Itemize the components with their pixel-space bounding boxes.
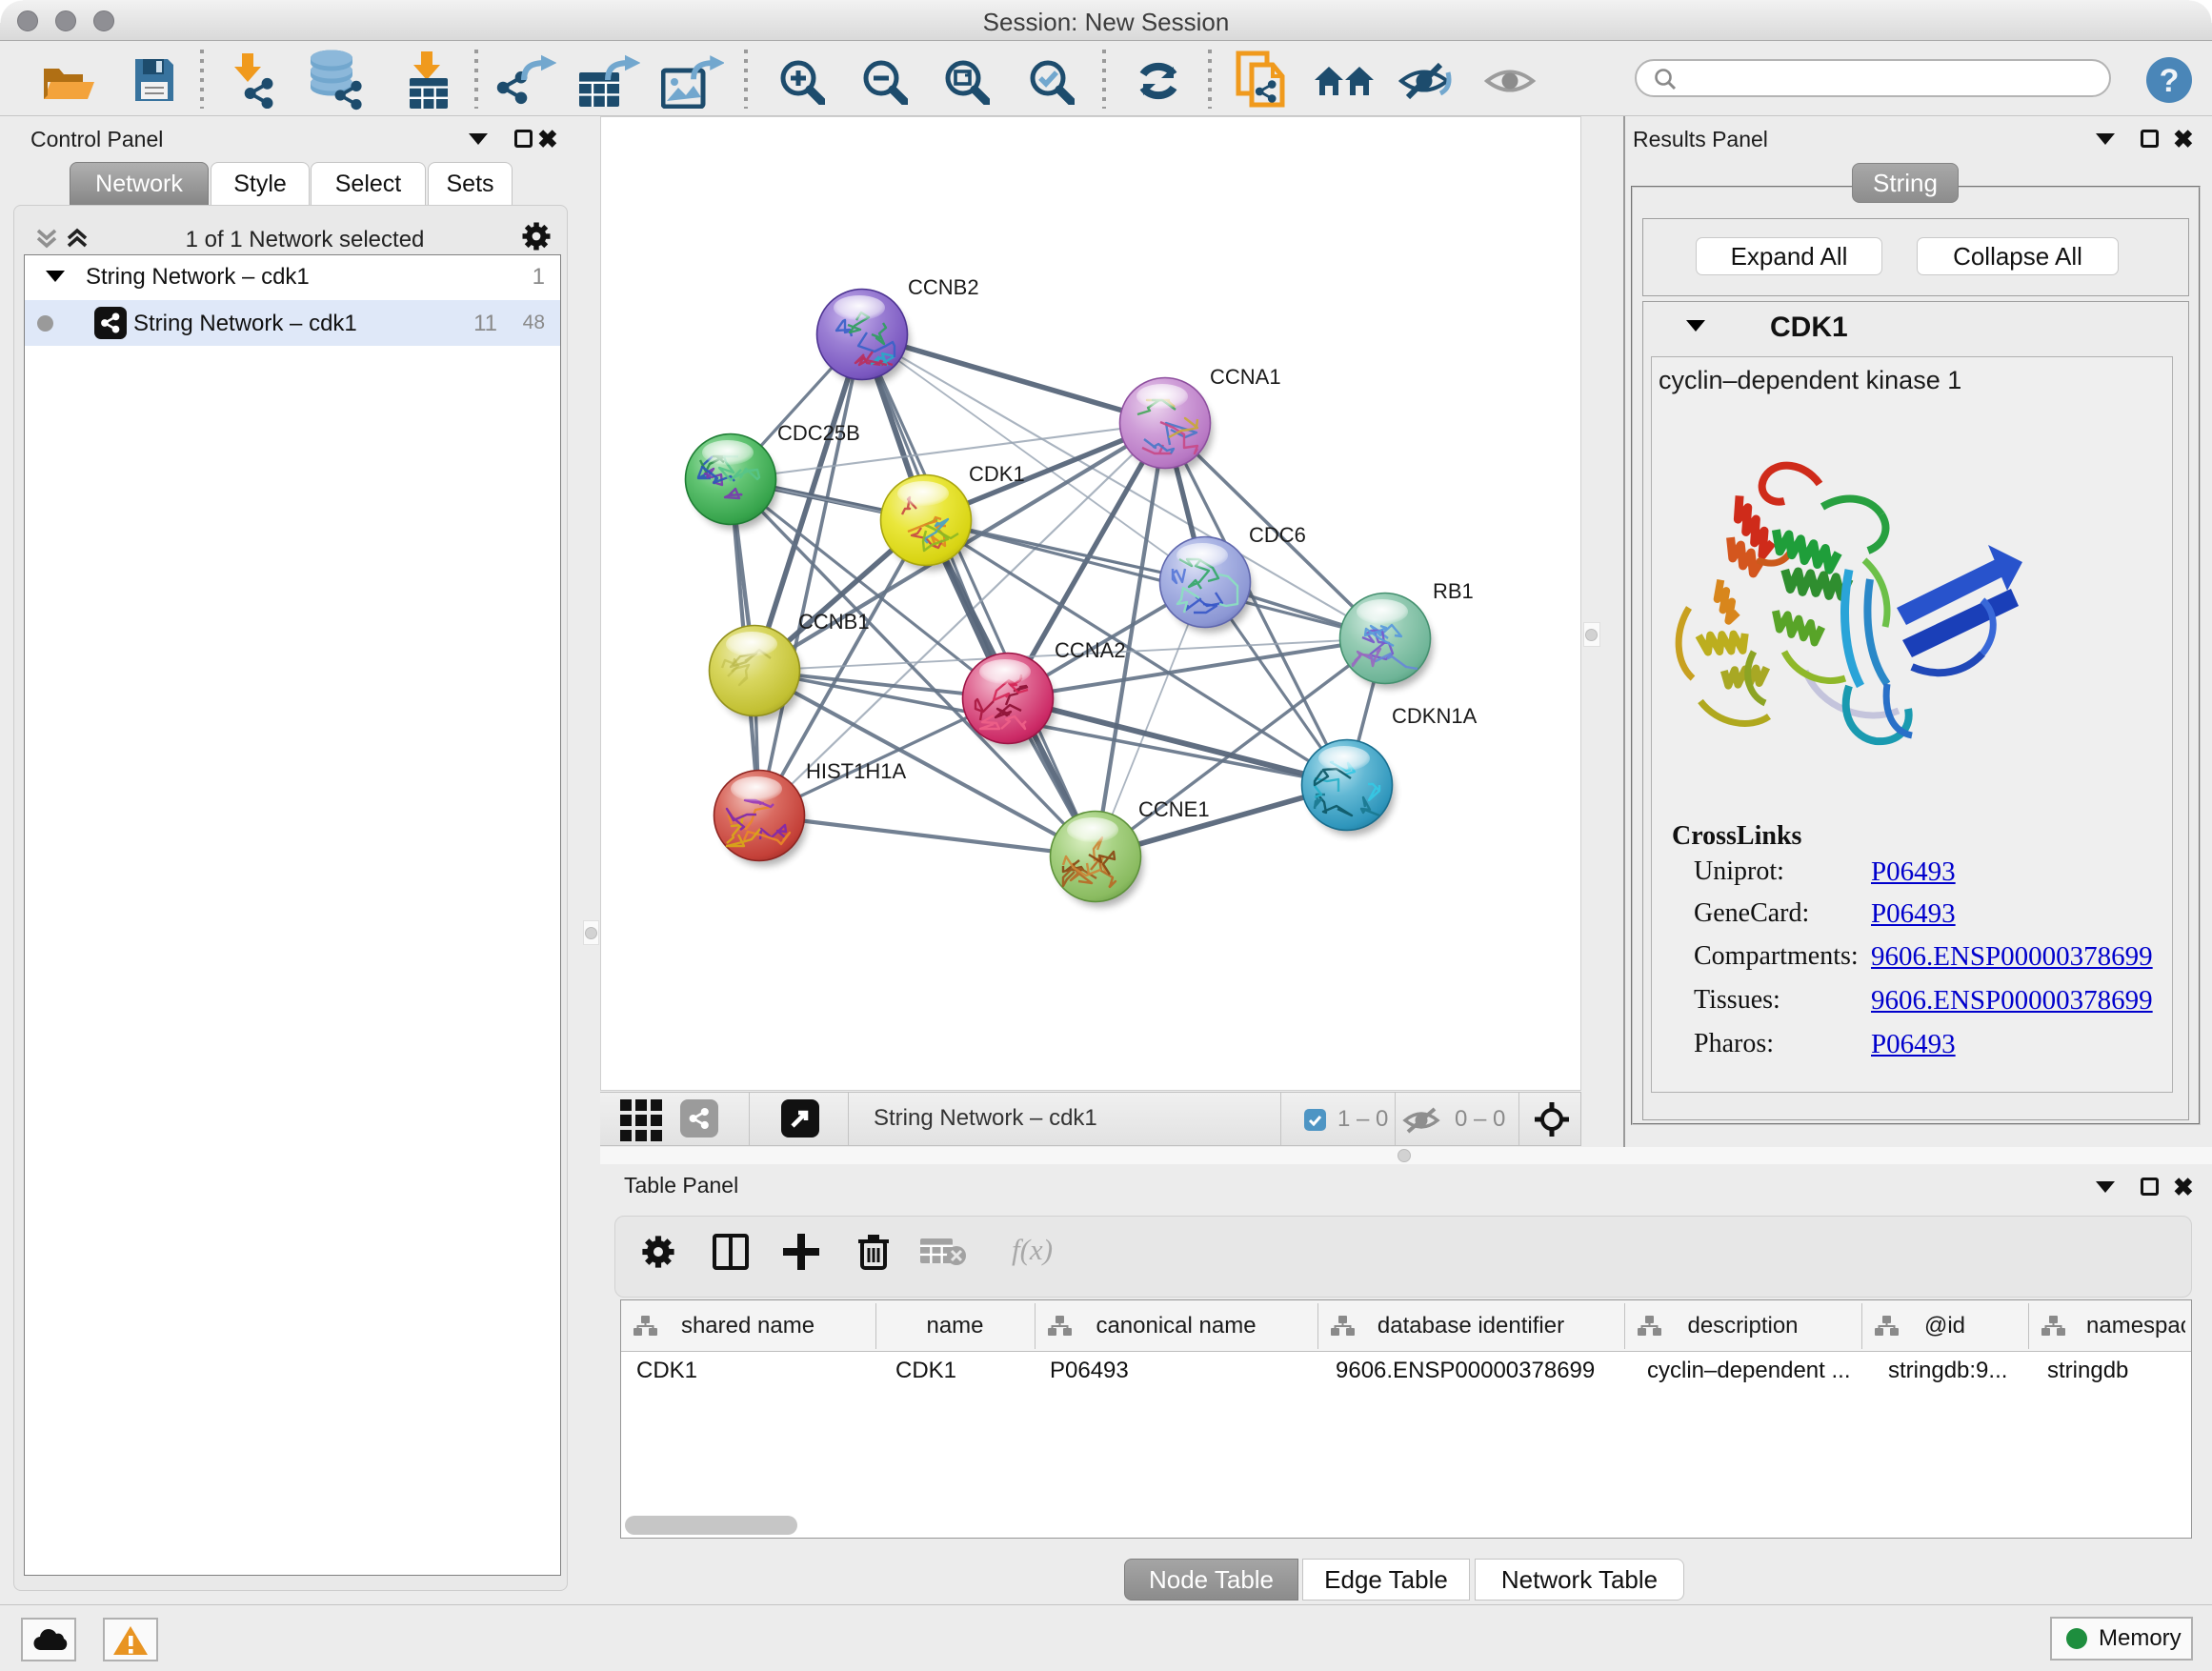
svg-text:CCNB1: CCNB1	[798, 610, 870, 634]
svg-text:CDKN1A: CDKN1A	[1392, 704, 1478, 728]
svg-text:CDC25B: CDC25B	[777, 421, 860, 445]
svg-text:CCNB2: CCNB2	[908, 275, 979, 299]
svg-text:CDC6: CDC6	[1249, 523, 1306, 547]
svg-text:CCNA2: CCNA2	[1055, 638, 1126, 662]
svg-text:CCNA1: CCNA1	[1210, 365, 1281, 389]
svg-text:CCNE1: CCNE1	[1138, 797, 1210, 821]
svg-text:CDK1: CDK1	[969, 462, 1025, 486]
svg-text:HIST1H1A: HIST1H1A	[806, 759, 906, 783]
svg-text:RB1: RB1	[1433, 579, 1474, 603]
